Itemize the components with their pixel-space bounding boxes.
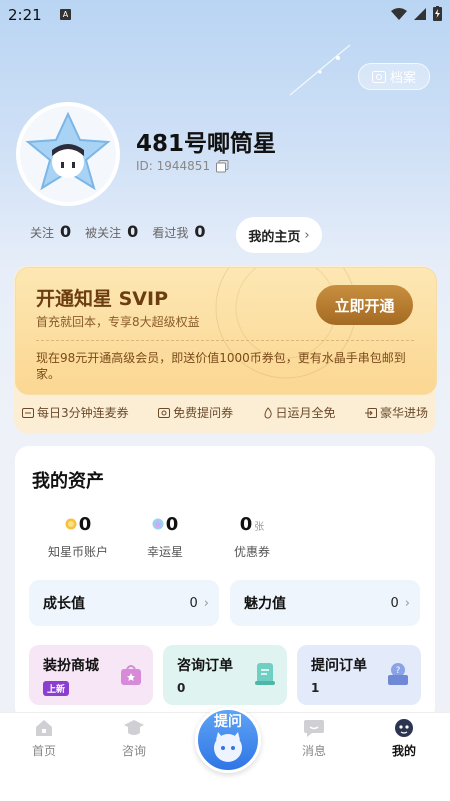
notification-icon: A bbox=[60, 9, 71, 20]
my-homepage-button[interactable]: 我的主页 › bbox=[236, 217, 322, 253]
asset-value: 0 bbox=[78, 514, 92, 535]
perk-label: 每日3分钟连麦券 bbox=[37, 406, 129, 420]
charm-value-tile[interactable]: 魅力值 0 › bbox=[230, 580, 420, 626]
coupon-icon bbox=[158, 407, 171, 418]
vip-perks: 每日3分钟连麦券 免费提问券 日运月全免 豪华进场 bbox=[22, 404, 428, 421]
stats-row: 关注 0 被关注 0 看过我 0 bbox=[30, 222, 219, 241]
tile-label: 魅力值 bbox=[244, 596, 286, 612]
tile-label: 成长值 bbox=[43, 596, 85, 612]
nav-label: 首页 bbox=[31, 744, 56, 758]
coin-icon bbox=[65, 518, 77, 530]
status-icons bbox=[391, 6, 442, 21]
star-avatar-icon bbox=[20, 106, 116, 202]
asset-value: 0 bbox=[165, 514, 179, 535]
open-vip-button[interactable]: 立即开通 bbox=[316, 285, 413, 325]
avatar[interactable] bbox=[18, 104, 118, 204]
my-homepage-label: 我的主页 bbox=[248, 229, 301, 245]
perk-item[interactable]: 每日3分钟连麦券 bbox=[22, 404, 129, 421]
nav-label: 咨询 bbox=[121, 744, 146, 758]
battery-icon bbox=[433, 6, 442, 21]
assets-title: 我的资产 bbox=[32, 471, 104, 492]
stat-followers[interactable]: 被关注 0 bbox=[85, 222, 138, 241]
nav-mine[interactable]: 我的 bbox=[374, 718, 434, 759]
perk-item[interactable]: 豪华进场 bbox=[364, 404, 428, 421]
enter-icon bbox=[364, 407, 377, 418]
archive-icon bbox=[371, 70, 386, 83]
tile-value: 0 bbox=[189, 595, 198, 611]
asset-label: 幸运星 bbox=[146, 545, 183, 559]
home-icon bbox=[36, 720, 52, 736]
perk-item[interactable]: 免费提问券 bbox=[158, 404, 233, 421]
perk-label: 免费提问券 bbox=[173, 406, 234, 420]
tile-value: 0 bbox=[390, 595, 399, 611]
status-time: 2:21 bbox=[8, 6, 42, 24]
vip-description: 现在98元开通高级会员，即送价值1000币券包，更有水晶手串包邮到家。 bbox=[36, 351, 406, 381]
asset-value: 0 bbox=[239, 514, 253, 535]
svg-text:?: ? bbox=[396, 666, 401, 676]
nav-consult[interactable]: 咨询 bbox=[104, 718, 164, 759]
chevron-right-icon: › bbox=[203, 595, 209, 611]
stat-label: 被关注 bbox=[85, 226, 122, 240]
asset-coupon[interactable]: 0 张 优惠券 bbox=[222, 514, 282, 560]
nav-home[interactable]: 首页 bbox=[14, 718, 74, 759]
stat-label: 关注 bbox=[30, 226, 55, 240]
chat-icon bbox=[304, 720, 324, 737]
flame-icon bbox=[264, 406, 272, 419]
consult-orders-card[interactable]: 咨询订单 0 bbox=[163, 645, 287, 705]
nav-label: 我的 bbox=[391, 744, 416, 758]
ticket-icon bbox=[22, 407, 34, 418]
signal-icon bbox=[414, 7, 426, 20]
perk-label: 日运月全免 bbox=[275, 406, 336, 420]
vip-subtitle: 首充就回本，专享8大超级权益 bbox=[36, 315, 200, 329]
stat-value: 0 bbox=[194, 222, 206, 241]
stat-value: 0 bbox=[60, 222, 72, 241]
wifi-icon bbox=[391, 7, 407, 20]
vip-divider bbox=[36, 340, 414, 341]
asset-lucky-star[interactable]: 0 幸运星 bbox=[130, 514, 200, 560]
new-badge: 上新 bbox=[43, 681, 70, 696]
asset-label: 优惠券 bbox=[233, 545, 270, 559]
archive-button[interactable]: 档案 bbox=[358, 63, 430, 90]
lucky-star-icon bbox=[152, 518, 164, 530]
growth-value-tile[interactable]: 成长值 0 › bbox=[29, 580, 219, 626]
username: 481号唧筒星 bbox=[136, 131, 277, 157]
perk-label: 豪华进场 bbox=[379, 406, 428, 420]
ask-label: 提问 bbox=[214, 714, 242, 730]
question-orders-card[interactable]: 提问订单 1 ? bbox=[297, 645, 421, 705]
nav-label: 消息 bbox=[301, 744, 326, 758]
stat-following[interactable]: 关注 0 bbox=[30, 222, 71, 241]
question-box-icon: ? bbox=[388, 663, 408, 685]
nav-messages[interactable]: 消息 bbox=[284, 718, 344, 759]
sparkle-decoration bbox=[280, 40, 360, 100]
perk-item[interactable]: 日运月全免 bbox=[263, 404, 336, 421]
asset-coin[interactable]: 0 知星币账户 bbox=[38, 514, 118, 560]
asset-label: 知星币账户 bbox=[47, 545, 108, 559]
scroll-icon bbox=[255, 663, 275, 685]
user-id-row: ID: 1944851 bbox=[136, 159, 229, 173]
stat-value: 0 bbox=[127, 222, 139, 241]
user-id: ID: 1944851 bbox=[136, 159, 211, 173]
chevron-right-icon: › bbox=[404, 595, 410, 611]
stat-label: 看过我 bbox=[152, 226, 189, 240]
chevron-right-icon: › bbox=[304, 227, 310, 243]
profile-face-icon bbox=[395, 719, 413, 737]
archive-label: 档案 bbox=[389, 71, 416, 86]
vip-title: 开通知星 SVIP bbox=[36, 288, 168, 310]
stat-visitors[interactable]: 看过我 0 bbox=[152, 222, 205, 241]
copy-icon[interactable] bbox=[216, 159, 229, 173]
dress-up-shop-card[interactable]: 装扮商城 上新 bbox=[29, 645, 153, 705]
asset-unit: 张 bbox=[254, 522, 265, 533]
graduation-cap-icon bbox=[124, 720, 144, 735]
shop-icon bbox=[121, 665, 141, 685]
